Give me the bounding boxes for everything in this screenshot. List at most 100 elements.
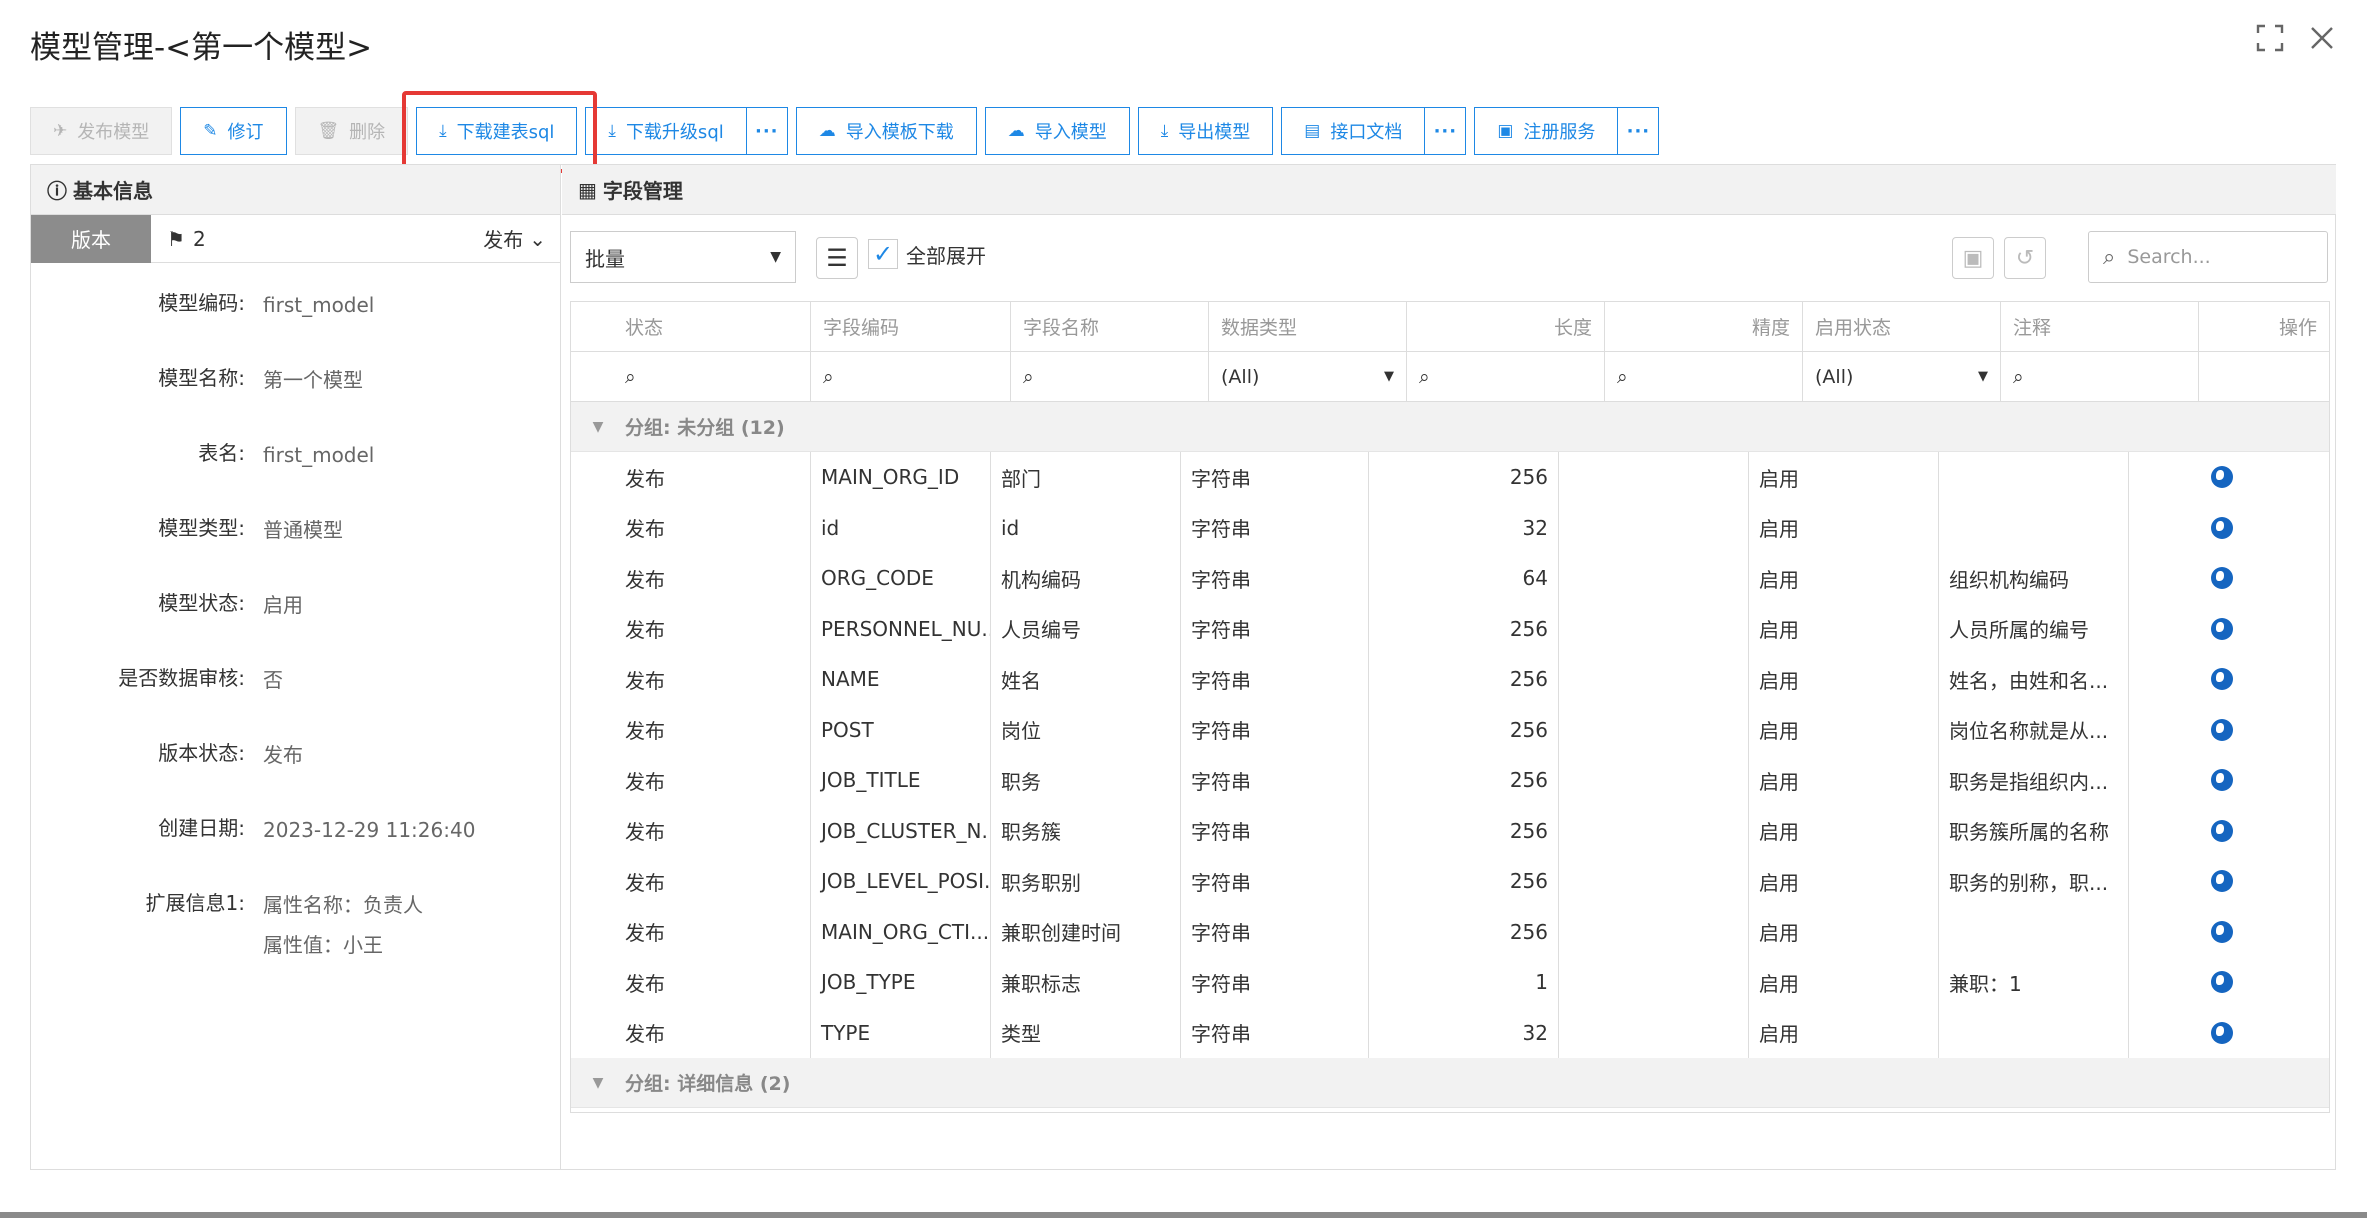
group-row-ungrouped[interactable]: ▼ 分组: 未分组 (12) [571, 402, 2329, 452]
cell-enabled: 启用 [1749, 856, 1939, 907]
filter-status[interactable]: ⌕ [571, 352, 811, 401]
col-precision[interactable]: 精度 [1605, 302, 1803, 351]
cell-type: 字符串 [1181, 1007, 1369, 1058]
field-management-panel: ▦ 字段管理 批量 ▼ ☰ ✓ 全部展开 ▣ ↺ ⌕ Search... 状态 字段编码… [562, 165, 2336, 1169]
more-button-2[interactable]: ··· [1424, 107, 1467, 155]
undo-button[interactable]: ↺ [2004, 237, 2046, 279]
globe-icon[interactable] [2211, 718, 2233, 741]
import-template-download-button[interactable]: ☁ 导入模板下载 [795, 107, 977, 155]
globe-icon[interactable] [2211, 870, 2233, 893]
cell-length: 64 [1369, 553, 1559, 604]
table-row[interactable]: 发布 JOB_LEVEL_POSI... 职务职别 字符串 256 启用 职务的别称，职..… [571, 856, 2329, 907]
cell-actions [2129, 705, 2315, 756]
basic-info-panel: ⓘ 基本信息 版本 ⚑ 2 发布 ⌄ 模型编码: first_model 模型名称: 第一… [31, 165, 561, 1169]
table-row[interactable]: 发布 JOB_CLUSTER_N... 职务簇 字符串 256 启用 职务簇所属的名称 [571, 805, 2329, 856]
cell-name: 姓名 [991, 654, 1181, 705]
cell-code: PERSONNEL_NU... [811, 603, 991, 654]
globe-icon[interactable] [2211, 769, 2233, 792]
delete-button[interactable]: 🗑 删除 [294, 107, 409, 155]
edit-icon: ✎ [203, 121, 218, 141]
globe-icon[interactable] [2211, 668, 2233, 691]
cell-length: 256 [1369, 805, 1559, 856]
expand-all-checkbox[interactable]: ✓ 全部展开 [868, 239, 986, 269]
table-row[interactable]: 发布 JOB_TITLE 职务 字符串 256 启用 职务是指组织内... [571, 755, 2329, 806]
import-model-button[interactable]: ☁ 导入模型 [984, 107, 1130, 155]
search-input[interactable]: ⌕ Search... [2088, 231, 2328, 283]
col-code[interactable]: 字段编码 [811, 302, 1011, 351]
toolbar: ✈ 发布模型 ✎ 修订 🗑 删除 ⤓ 下载建表sql ⤓ 下载升级sql ··· ☁ 导入模… [30, 107, 1667, 155]
save-button[interactable]: ▣ [1952, 237, 1994, 279]
close-icon[interactable] [2307, 24, 2337, 54]
globe-icon[interactable] [2211, 819, 2233, 842]
table-row[interactable]: 发布 TYPE 类型 字符串 32 启用 [571, 1007, 2329, 1058]
col-status[interactable]: 状态 [571, 302, 811, 351]
globe-icon[interactable] [2211, 617, 2233, 640]
table-row[interactable]: 发布 MAIN_ORG_ID 部门 字符串 256 启用 [571, 452, 2329, 503]
group-row-details[interactable]: ▼ 分组: 详细信息 (2) [571, 1058, 2329, 1108]
col-name[interactable]: 字段名称 [1011, 302, 1209, 351]
table-row[interactable]: 发布 PERSONNEL_NU... 人员编号 字符串 256 启用 人员所属的编号 [571, 603, 2329, 654]
filter-type[interactable]: (All) ▼ [1209, 352, 1407, 401]
col-comment[interactable]: 注释 [2001, 302, 2199, 351]
table-row[interactable]: 发布 NAME 姓名 字符串 256 启用 姓名，由姓和名... [571, 654, 2329, 705]
filter-name[interactable]: ⌕ [1011, 352, 1209, 401]
col-enabled[interactable]: 启用状态 [1803, 302, 2001, 351]
register-service-button[interactable]: ▣ 注册服务 [1474, 107, 1619, 155]
highlight-box [402, 91, 597, 173]
globe-icon[interactable] [2211, 516, 2233, 539]
table-row[interactable]: 发布 MAIN_ORG_CTI... 兼职创建时间 字符串 256 启用 [571, 906, 2329, 957]
info-row: 是否数据审核: 否 [118, 666, 283, 692]
col-length[interactable]: 长度 [1407, 302, 1605, 351]
batch-select[interactable]: 批量 ▼ [570, 231, 796, 283]
download-upgrade-sql-button[interactable]: ⤓ 下载升级sql [585, 107, 747, 155]
cell-code: MAIN_ORG_ID [811, 452, 991, 503]
filter-precision[interactable]: ⌕ [1605, 352, 1803, 401]
trash-icon: 🗑 [317, 121, 340, 141]
cell-comment: 人员所属的编号 [1939, 603, 2129, 654]
cell-name: 人员编号 [991, 603, 1181, 654]
info-row: 创建日期: 2023-12-29 11:26:40 [158, 816, 476, 842]
cell-comment [1939, 906, 2129, 957]
api-doc-button[interactable]: ▤ 接口文档 [1281, 107, 1426, 155]
table-row[interactable]: 发布 JOB_TYPE 兼职标志 字符串 1 启用 兼职：1 [571, 957, 2329, 1008]
version-tab[interactable]: 版本 [31, 214, 151, 263]
cell-length: 256 [1369, 603, 1559, 654]
fields-icon: ▦ [578, 177, 597, 202]
globe-icon[interactable] [2211, 567, 2233, 590]
register-icon: ▣ [1497, 121, 1514, 141]
cell-name: 岗位 [991, 704, 1181, 755]
table-row[interactable]: 发布 ORG_CODE 机构编码 字符串 64 启用 组织机构编码 [571, 553, 2329, 604]
cell-enabled: 启用 [1749, 1007, 1939, 1058]
cell-code: TYPE [811, 1007, 991, 1058]
globe-icon[interactable] [2211, 971, 2233, 994]
cell-length: 256 [1369, 452, 1559, 503]
filter-enabled[interactable]: (All) ▼ [1803, 352, 2001, 401]
export-model-button[interactable]: ⤓ 导出模型 [1137, 107, 1274, 155]
cell-precision [1559, 553, 1749, 604]
publish-model-button[interactable]: ✈ 发布模型 [30, 107, 173, 155]
filter-code[interactable]: ⌕ [811, 352, 1011, 401]
cell-comment [1939, 452, 2129, 503]
grid-toolbar: 批量 ▼ ☰ ✓ 全部展开 ▣ ↺ ⌕ Search... [570, 231, 2328, 283]
globe-icon[interactable] [2211, 466, 2233, 489]
globe-icon[interactable] [2211, 920, 2233, 943]
col-actions: 操作 [2278, 317, 2317, 339]
globe-icon[interactable] [2211, 1021, 2233, 1044]
col-type[interactable]: 数据类型 [1209, 302, 1407, 351]
filter-comment[interactable]: ⌕ [2001, 352, 2199, 401]
cell-enabled: 启用 [1749, 704, 1939, 755]
cell-length: 1 [1369, 957, 1559, 1008]
flag-icon: ⚑ [167, 226, 185, 251]
filter-length[interactable]: ⌕ [1407, 352, 1605, 401]
revise-button[interactable]: ✎ 修订 [180, 107, 287, 155]
table-row[interactable]: 发布 id id 字符串 32 启用 [571, 502, 2329, 553]
cell-enabled: 启用 [1749, 502, 1939, 553]
table-row[interactable]: 发布 POST 岗位 字符串 256 启用 岗位名称就是从... [571, 704, 2329, 756]
cell-status: 发布 [571, 906, 811, 957]
more-button-3[interactable]: ··· [1617, 107, 1660, 155]
more-button-1[interactable]: ··· [745, 107, 788, 155]
cell-name: 职务簇 [991, 805, 1181, 856]
menu-button[interactable]: ☰ [816, 237, 858, 279]
version-status-dropdown[interactable]: 发布 ⌄ [483, 224, 546, 253]
maximize-icon[interactable] [2255, 24, 2285, 54]
